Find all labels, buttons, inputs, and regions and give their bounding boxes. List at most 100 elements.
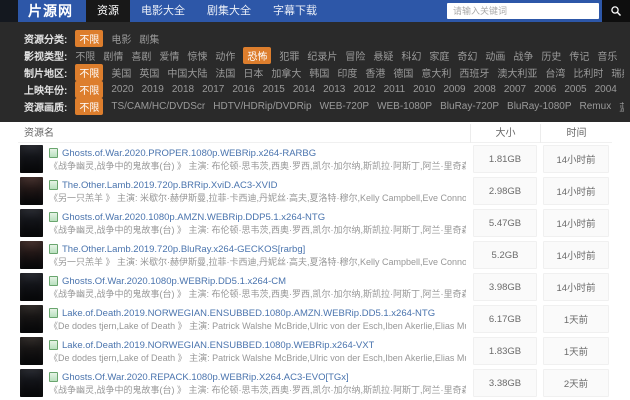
resource-title-link[interactable]: The.Other.Lamb.2019.720p.BluRay.x264-GEC… (62, 244, 305, 255)
filter-option[interactable]: 电影 (111, 31, 131, 46)
time-value: 14小时前 (543, 241, 609, 269)
resource-title-link[interactable]: Ghosts.of.War.2020.1080p.AMZN.WEBRip.DDP… (62, 212, 325, 223)
nav-tab[interactable]: 电影大全 (130, 0, 196, 22)
filter-option[interactable]: 惊悚 (187, 48, 207, 63)
resource-title-link[interactable]: Lake.of.Death.2019.NORWEGIAN.ENSUBBED.10… (62, 340, 374, 351)
filter-option[interactable]: 2017 (202, 84, 224, 95)
filter-option[interactable]: 剧情 (103, 48, 123, 63)
filter-option[interactable]: 音乐 (597, 48, 617, 63)
filter-option[interactable]: 爱情 (159, 48, 179, 63)
filter-label: 上映年份: (24, 82, 67, 97)
filter-option[interactable]: 奇幻 (457, 48, 477, 63)
site-logo[interactable]: 片源网 (18, 1, 86, 21)
filter-option[interactable]: 不限 (75, 81, 103, 98)
filter-option[interactable]: 不限 (75, 48, 95, 63)
resource-title-link[interactable]: Ghosts.of.War.2020.PROPER.1080p.WEBRip.x… (62, 148, 316, 159)
table-row[interactable]: The.Other.Lamb.2019.720p.BluRay.x264-GEC… (18, 239, 612, 271)
filter-option[interactable]: 加拿大 (271, 65, 301, 80)
filter-option[interactable]: 法国 (215, 65, 235, 80)
filter-option[interactable]: 剧集 (139, 31, 159, 46)
table-row[interactable]: Ghosts.Of.War.2020.1080p.WEBRip.DD5.1.x2… (18, 271, 612, 303)
filter-option[interactable]: 2013 (323, 84, 345, 95)
filter-option[interactable]: 2016 (232, 84, 254, 95)
resource-table: 资源名 大小 时间 Ghosts.of.War.2020.PROPER.1080… (18, 124, 612, 399)
filter-option[interactable]: 传记 (569, 48, 589, 63)
filter-option[interactable]: 比利时 (573, 65, 603, 80)
table-row[interactable]: The.Other.Lamb.2019.720p.BRRip.XviD.AC3-… (18, 175, 612, 207)
filter-option[interactable]: 2011 (384, 84, 406, 95)
filter-option[interactable]: 2019 (142, 84, 164, 95)
filter-option[interactable]: 韩国 (309, 65, 329, 80)
filter-option[interactable]: WEB-1080P (377, 101, 432, 112)
filter-option[interactable]: 纪录片 (307, 48, 337, 63)
size-cell: 2.98GB (470, 175, 540, 207)
filter-option[interactable]: 家庭 (429, 48, 449, 63)
table-row[interactable]: Lake.of.Death.2019.NORWEGIAN.ENSUBBED.10… (18, 303, 612, 335)
filter-option[interactable]: HDTV/HDRip/DVDRip (213, 101, 311, 112)
filter-option[interactable]: 2020 (111, 84, 133, 95)
table-row[interactable]: Ghosts.of.War.2020.1080p.AMZN.WEBRip.DDP… (18, 207, 612, 239)
filter-option[interactable]: 2004 (595, 84, 617, 95)
filter-option[interactable]: 2009 (443, 84, 465, 95)
filter-option[interactable]: 意大利 (421, 65, 451, 80)
filter-option[interactable]: 2007 (504, 84, 526, 95)
nav-tab[interactable]: 字幕下载 (262, 0, 328, 22)
filter-option[interactable]: 不限 (75, 30, 103, 47)
resource-title-line: Lake.of.Death.2019.NORWEGIAN.ENSUBBED.10… (49, 338, 466, 352)
filter-option[interactable]: 2006 (534, 84, 556, 95)
filter-option[interactable]: 日本 (243, 65, 263, 80)
filter-option[interactable]: 中国大陆 (167, 65, 207, 80)
nav-tab[interactable]: 资源 (86, 0, 130, 22)
filter-option[interactable]: 德国 (393, 65, 413, 80)
resource-title-link[interactable]: Ghosts.Of.War.2020.1080p.WEBRip.DD5.1.x2… (62, 276, 286, 287)
filter-option[interactable]: 美国 (111, 65, 131, 80)
filter-option[interactable]: 不限 (75, 64, 103, 81)
nav-tab[interactable]: 剧集大全 (196, 0, 262, 22)
filter-option[interactable]: 不限 (75, 98, 103, 115)
filter-option[interactable]: 恐怖 (243, 47, 271, 64)
filter-option[interactable]: 英国 (139, 65, 159, 80)
filter-option[interactable]: 动画 (485, 48, 505, 63)
resource-info: Ghosts.Of.War.2020.REPACK.1080p.WEBRip.X… (49, 370, 466, 396)
filter-option[interactable]: BluRay-1080P (507, 101, 571, 112)
filter-option[interactable]: 香港 (365, 65, 385, 80)
filter-option[interactable]: 蓝光原盘 (619, 99, 624, 114)
filter-label: 影视类型: (24, 48, 67, 63)
table-row[interactable]: Lake.of.Death.2019.NORWEGIAN.ENSUBBED.10… (18, 335, 612, 367)
filter-option[interactable]: 台湾 (545, 65, 565, 80)
filter-option[interactable]: TS/CAM/HC/DVDScr (111, 101, 205, 112)
filter-option[interactable]: 2012 (353, 84, 375, 95)
filter-option[interactable]: 2014 (293, 84, 315, 95)
filter-option[interactable]: 犯罪 (279, 48, 299, 63)
poster-thumbnail (20, 273, 43, 301)
filter-option[interactable]: 喜剧 (131, 48, 151, 63)
filter-panel: 资源分类:不限电影剧集影视类型:不限剧情喜剧爱情惊悚动作恐怖犯罪纪录片冒险悬疑科… (0, 22, 630, 122)
resource-info: The.Other.Lamb.2019.720p.BluRay.x264-GEC… (49, 242, 466, 268)
filter-option[interactable]: 2005 (564, 84, 586, 95)
filter-option[interactable]: 2008 (474, 84, 496, 95)
filter-option[interactable]: 冒险 (345, 48, 365, 63)
filter-option[interactable]: 瑞典 (611, 65, 624, 80)
table-row[interactable]: Ghosts.of.War.2020.PROPER.1080p.WEBRip.x… (18, 143, 612, 175)
filter-option[interactable]: BluRay-720P (440, 101, 499, 112)
filter-option[interactable]: WEB-720P (320, 101, 369, 112)
resource-title-link[interactable]: Ghosts.Of.War.2020.REPACK.1080p.WEBRip.X… (62, 372, 349, 383)
table-row[interactable]: Ghosts.Of.War.2020.REPACK.1080p.WEBRip.X… (18, 367, 612, 399)
filter-option[interactable]: 动作 (215, 48, 235, 63)
filter-option[interactable]: 科幻 (401, 48, 421, 63)
filter-option[interactable]: 2010 (413, 84, 435, 95)
filter-option[interactable]: 2015 (263, 84, 285, 95)
filter-option[interactable]: 2018 (172, 84, 194, 95)
filter-option[interactable]: 印度 (337, 65, 357, 80)
search-input[interactable] (447, 3, 599, 19)
size-cell: 3.38GB (470, 367, 540, 399)
search-button[interactable] (602, 0, 630, 22)
resource-title-link[interactable]: Lake.of.Death.2019.NORWEGIAN.ENSUBBED.10… (62, 308, 435, 319)
filter-option[interactable]: 澳大利亚 (497, 65, 537, 80)
filter-option[interactable]: Remux (580, 101, 612, 112)
filter-option[interactable]: 历史 (541, 48, 561, 63)
filter-option[interactable]: 战争 (513, 48, 533, 63)
resource-title-link[interactable]: The.Other.Lamb.2019.720p.BRRip.XviD.AC3-… (62, 180, 277, 191)
filter-option[interactable]: 西班牙 (459, 65, 489, 80)
filter-option[interactable]: 悬疑 (373, 48, 393, 63)
